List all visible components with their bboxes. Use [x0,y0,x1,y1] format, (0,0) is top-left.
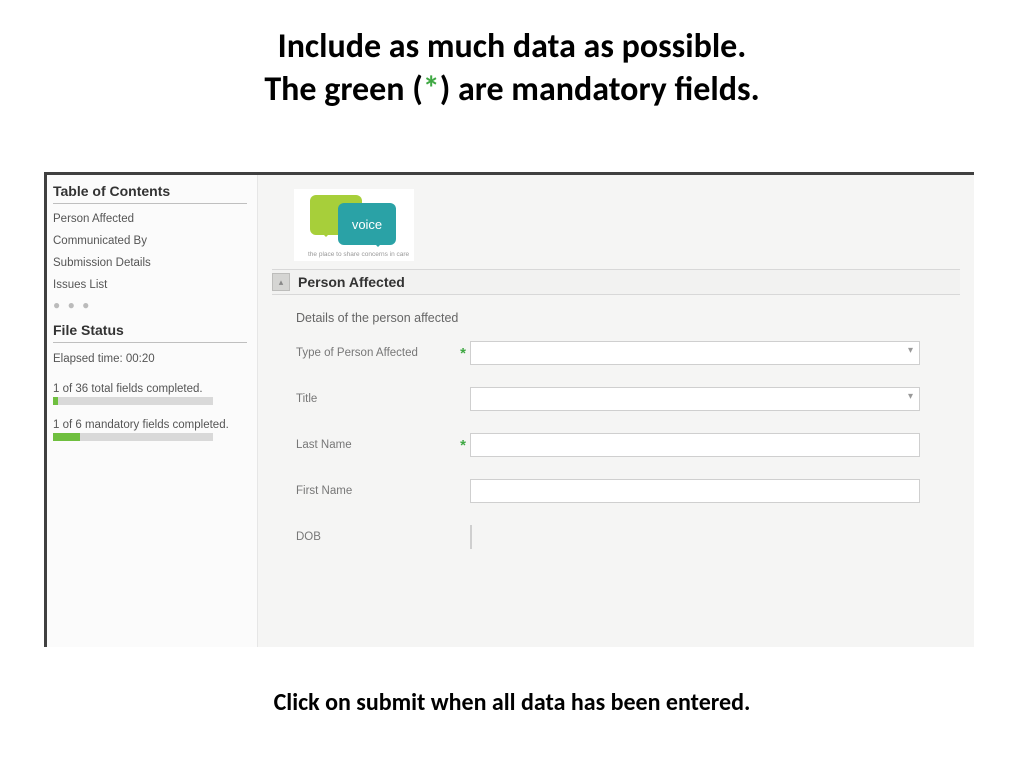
sidebar: Table of Contents Person Affected Commun… [47,175,257,647]
required-mark: * [456,345,470,362]
chevron-up-icon: ▴ [279,277,284,288]
heading-line-2: The green (*) are mandatory fields. [0,69,1024,112]
elapsed-time: Elapsed time: 00:20 [53,347,247,367]
field-last-name: Last Name * [296,433,960,457]
mandatory-fields-text: 1 of 6 mandatory fields completed. [53,413,247,433]
field-dob: DOB [296,525,960,549]
field-label: Title [296,393,456,405]
section-subtitle: Details of the person affected [296,311,960,325]
instruction-heading: Include as much data as possible. The gr… [0,0,1024,111]
app-screenshot: Table of Contents Person Affected Commun… [44,172,974,647]
field-label: Type of Person Affected [296,347,456,359]
ellipsis-icon: ● ● ● [53,296,247,320]
total-fields-progress [53,397,213,405]
field-type-of-person: Type of Person Affected * [296,341,960,365]
logo-tagline: the place to share concerns in care [308,251,409,258]
speech-bubble-icon: voice [338,203,396,245]
toc-item-submission-details[interactable]: Submission Details [53,252,247,274]
type-of-person-select[interactable] [470,341,920,365]
mandatory-fields-progress-fill [53,433,80,441]
toc-item-issues-list[interactable]: Issues List [53,274,247,296]
toc-item-communicated-by[interactable]: Communicated By [53,230,247,252]
section-title: Person Affected [298,274,405,290]
last-name-input[interactable] [470,433,920,457]
total-fields-progress-fill [53,397,58,405]
collapse-button[interactable]: ▴ [272,273,290,291]
required-mark: * [456,437,470,454]
field-title: Title [296,387,960,411]
asterisk-icon: * [423,69,440,110]
field-label: Last Name [296,439,456,451]
heading-line-1: Include as much data as possible. [0,26,1024,69]
mandatory-fields-progress [53,433,213,441]
footer-instruction: Click on submit when all data has been e… [0,688,1024,717]
section-header: ▴ Person Affected [272,269,960,295]
field-label: DOB [296,531,456,543]
field-label: First Name [296,485,456,497]
field-first-name: First Name [296,479,960,503]
dob-input[interactable] [470,525,472,549]
voice-logo: voice the place to share concerns in car… [294,189,414,261]
total-fields-text: 1 of 36 total fields completed. [53,377,247,397]
toc-heading: Table of Contents [53,181,247,204]
first-name-input[interactable] [470,479,920,503]
toc-item-person-affected[interactable]: Person Affected [53,208,247,230]
form-main: voice the place to share concerns in car… [257,175,974,647]
title-select[interactable] [470,387,920,411]
file-status-heading: File Status [53,320,247,343]
